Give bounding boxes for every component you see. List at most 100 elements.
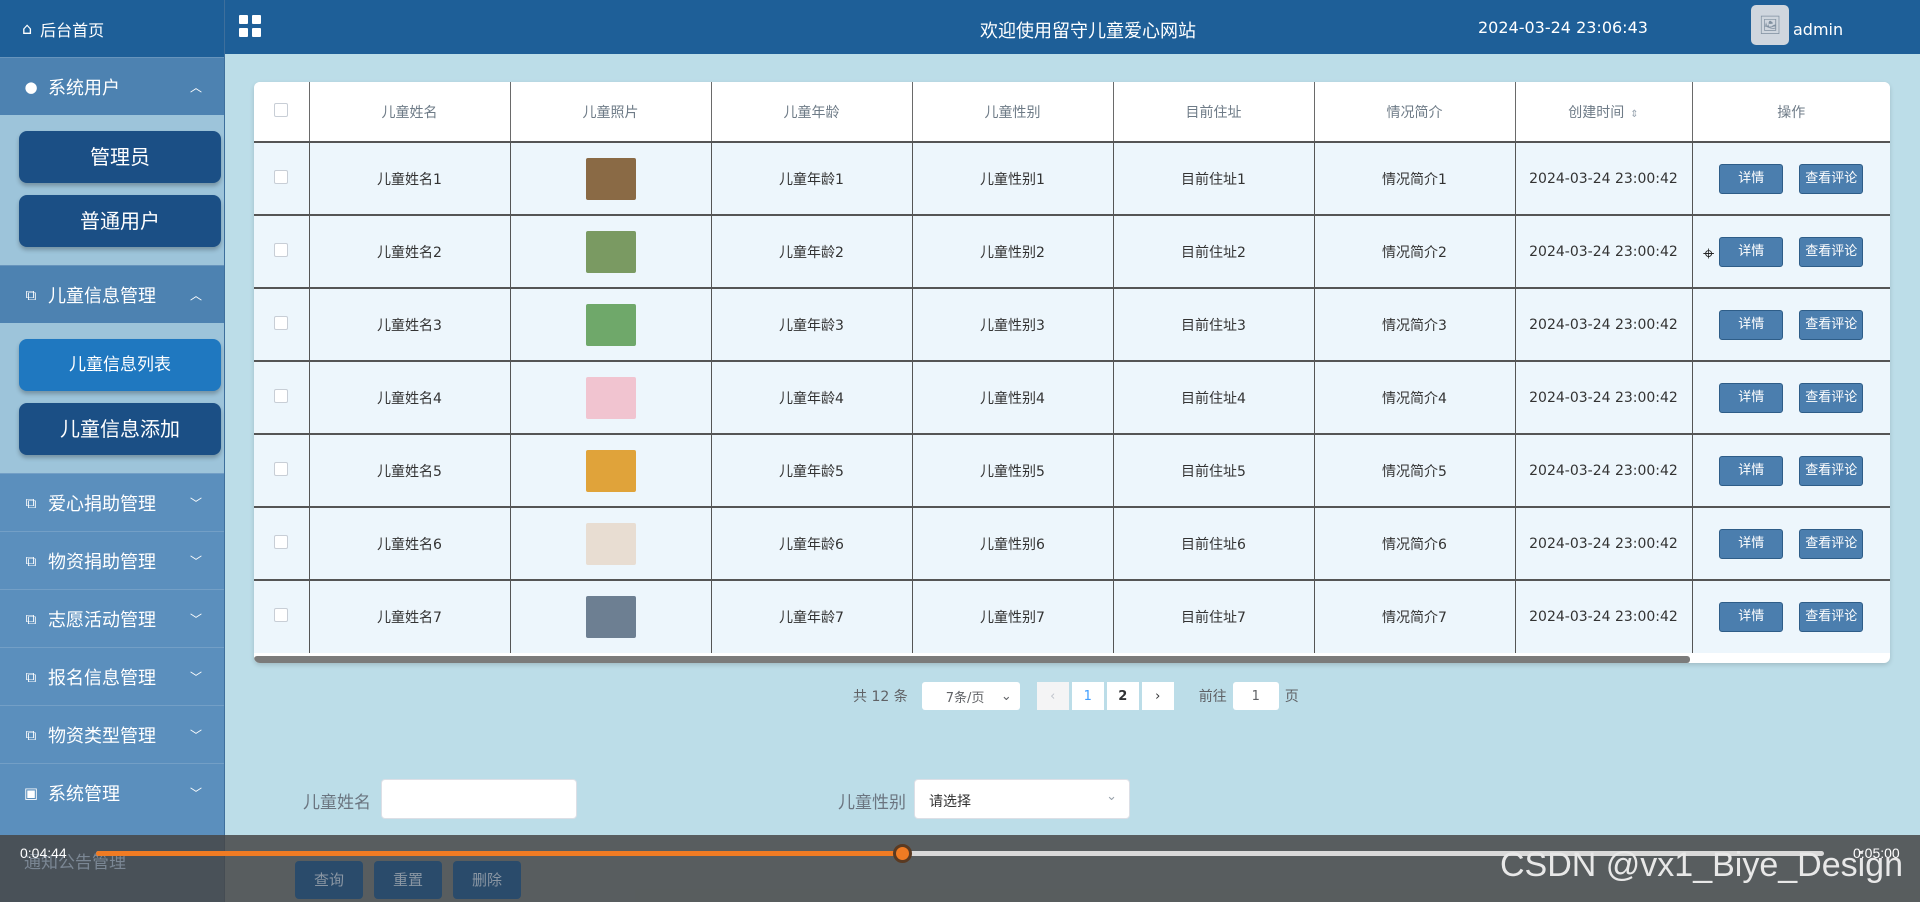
row-checkbox-cell[interactable] xyxy=(254,141,310,215)
page: ⌂ 后台首页 ● 系统用户 ︿ 管理员 普通用户 ⧉ 儿童信息管理 ︿ 儿童信息… xyxy=(0,0,1920,902)
cell-address: 目前住址2 xyxy=(1113,214,1315,288)
video-progress-played xyxy=(96,851,903,856)
horizontal-scrollbar[interactable] xyxy=(254,656,1690,663)
select-all-checkbox-cell[interactable] xyxy=(254,82,310,142)
row-checkbox[interactable] xyxy=(274,608,289,622)
child-name-input[interactable] xyxy=(381,779,577,819)
view-comments-button[interactable]: 查看评论 xyxy=(1799,602,1864,632)
chevron-down-icon: ﹀ xyxy=(189,496,202,510)
column-header: 儿童照片 xyxy=(510,82,712,142)
sidebar-group-registration[interactable]: ⧉ 报名信息管理 ﹀ xyxy=(0,647,224,705)
cell-address: 目前住址4 xyxy=(1113,360,1315,434)
cell-actions: 详情 查看评论 xyxy=(1692,214,1890,288)
sidebar-group-child-info[interactable]: ⧉ 儿童信息管理 ︿ xyxy=(0,265,224,323)
cell-child-name: 儿童姓名2 xyxy=(309,214,511,288)
view-comments-button[interactable]: 查看评论 xyxy=(1799,528,1864,559)
menu-grid-icon[interactable] xyxy=(239,15,261,37)
chevron-right-icon: › xyxy=(1155,688,1161,704)
cell-intro: 情况简介7 xyxy=(1314,579,1516,653)
row-checkbox-cell[interactable] xyxy=(254,287,310,361)
cell-child-photo xyxy=(510,141,712,215)
view-comments-button[interactable]: 查看评论 xyxy=(1799,236,1864,267)
column-header-created[interactable]: 创建时间 ⇕ xyxy=(1515,82,1693,142)
row-checkbox[interactable] xyxy=(274,461,289,476)
cell-child-name: 儿童姓名3 xyxy=(309,287,511,361)
cell-child-name: 儿童姓名5 xyxy=(309,433,511,507)
sidebar-group-charity-donation[interactable]: ⧉ 爱心捐助管理 ﹀ xyxy=(0,473,224,531)
prev-page-button[interactable]: ‹ xyxy=(1036,682,1069,710)
query-button[interactable]: 查询 xyxy=(295,861,363,899)
view-comments-button[interactable]: 查看评论 xyxy=(1799,163,1864,194)
child-photo xyxy=(585,522,636,565)
page-size-select[interactable]: 7条/页 ⌄ xyxy=(921,682,1020,710)
child-photo xyxy=(585,303,636,346)
detail-button[interactable]: 详情 xyxy=(1719,528,1784,559)
child-gender-select[interactable]: 请选择 ⌄ xyxy=(914,779,1130,819)
child-photo xyxy=(585,230,636,273)
detail-button[interactable]: 详情 xyxy=(1719,382,1784,413)
cell-child-age: 儿童年龄7 xyxy=(711,579,913,653)
sidebar-group-material-type[interactable]: ⧉ 物资类型管理 ﹀ xyxy=(0,705,224,763)
goto-page-input[interactable]: 1 xyxy=(1232,682,1279,710)
column-header-label: 创建时间 xyxy=(1568,104,1625,121)
sidebar-group-label: 系统管理 xyxy=(48,783,120,805)
username[interactable]: admin xyxy=(1793,20,1843,39)
row-checkbox-cell[interactable] xyxy=(254,433,310,507)
sidebar-item-child-list[interactable]: 儿童信息列表 xyxy=(19,339,221,391)
sidebar-group-system-manage[interactable]: ▣ 系统管理 ﹀ xyxy=(0,763,224,821)
row-checkbox[interactable] xyxy=(274,534,289,549)
row-checkbox-cell[interactable] xyxy=(254,579,310,653)
sidebar-home[interactable]: ⌂ 后台首页 xyxy=(0,0,224,57)
cell-intro: 情况简介2 xyxy=(1314,214,1516,288)
detail-button[interactable]: 详情 xyxy=(1719,455,1784,486)
detail-button[interactable]: 详情 xyxy=(1719,602,1784,632)
delete-button[interactable]: 删除 xyxy=(453,861,521,899)
row-checkbox-cell[interactable] xyxy=(254,506,310,580)
row-checkbox[interactable] xyxy=(274,315,289,330)
cell-intro: 情况简介6 xyxy=(1314,506,1516,580)
reset-button[interactable]: 重置 xyxy=(374,861,442,899)
column-header: 情况简介 xyxy=(1314,82,1516,142)
next-page-button[interactable]: › xyxy=(1141,682,1174,710)
cell-child-gender: 儿童性别6 xyxy=(912,506,1114,580)
child-name-label: 儿童姓名 xyxy=(303,793,371,813)
column-header: 儿童性别 xyxy=(912,82,1114,142)
cell-created-time: 2024-03-24 23:00:42 xyxy=(1515,360,1693,434)
detail-button[interactable]: 详情 xyxy=(1719,236,1784,267)
view-comments-button[interactable]: 查看评论 xyxy=(1799,309,1864,340)
sidebar-item-admin[interactable]: 管理员 xyxy=(19,131,221,183)
cell-address: 目前住址3 xyxy=(1113,287,1315,361)
page-number-2[interactable]: 2 xyxy=(1106,682,1139,710)
sidebar-home-label: 后台首页 xyxy=(40,20,105,40)
row-checkbox[interactable] xyxy=(274,242,289,257)
chevron-down-icon: ⌄ xyxy=(1000,688,1012,704)
chevron-down-icon: ﹀ xyxy=(189,786,202,800)
detail-button[interactable]: 详情 xyxy=(1719,163,1784,194)
row-checkbox-cell[interactable] xyxy=(254,214,310,288)
sort-icon[interactable]: ⇕ xyxy=(1630,109,1638,120)
sidebar-item-child-add[interactable]: 儿童信息添加 xyxy=(19,403,221,455)
cell-actions: 详情 查看评论 xyxy=(1692,579,1890,653)
cell-created-time: 2024-03-24 23:00:42 xyxy=(1515,433,1693,507)
external-link-icon: ⧉ xyxy=(25,493,37,512)
row-checkbox[interactable] xyxy=(274,169,289,184)
view-comments-button[interactable]: 查看评论 xyxy=(1799,382,1864,413)
sidebar-group-material-donation[interactable]: ⧉ 物资捐助管理 ﹀ xyxy=(0,531,224,589)
home-icon: ⌂ xyxy=(22,19,33,38)
page-number-1[interactable]: 1 xyxy=(1071,682,1104,710)
select-all-checkbox[interactable] xyxy=(274,102,289,117)
row-checkbox-cell[interactable] xyxy=(254,360,310,434)
goto-suffix: 页 xyxy=(1284,689,1299,705)
cell-address: 目前住址7 xyxy=(1113,579,1315,653)
row-checkbox[interactable] xyxy=(274,388,289,403)
sidebar-group-volunteer[interactable]: ⧉ 志愿活动管理 ﹀ xyxy=(0,589,224,647)
sidebar-item-normal-user[interactable]: 普通用户 xyxy=(19,195,221,247)
page-size-value: 7条/页 xyxy=(945,690,985,706)
detail-button[interactable]: 详情 xyxy=(1719,309,1784,340)
image-icon: 🖼 xyxy=(1758,14,1782,36)
avatar[interactable]: 🖼 xyxy=(1751,5,1789,45)
chevron-down-icon: ⌄ xyxy=(1106,789,1117,804)
child-info-table: 儿童姓名 儿童照片 儿童年龄 儿童性别 目前住址 情况简介 创建时间 ⇕ 操作 儿… xyxy=(254,82,1890,663)
sidebar-group-system-users[interactable]: ● 系统用户 ︿ xyxy=(0,57,224,115)
view-comments-button[interactable]: 查看评论 xyxy=(1799,455,1864,486)
